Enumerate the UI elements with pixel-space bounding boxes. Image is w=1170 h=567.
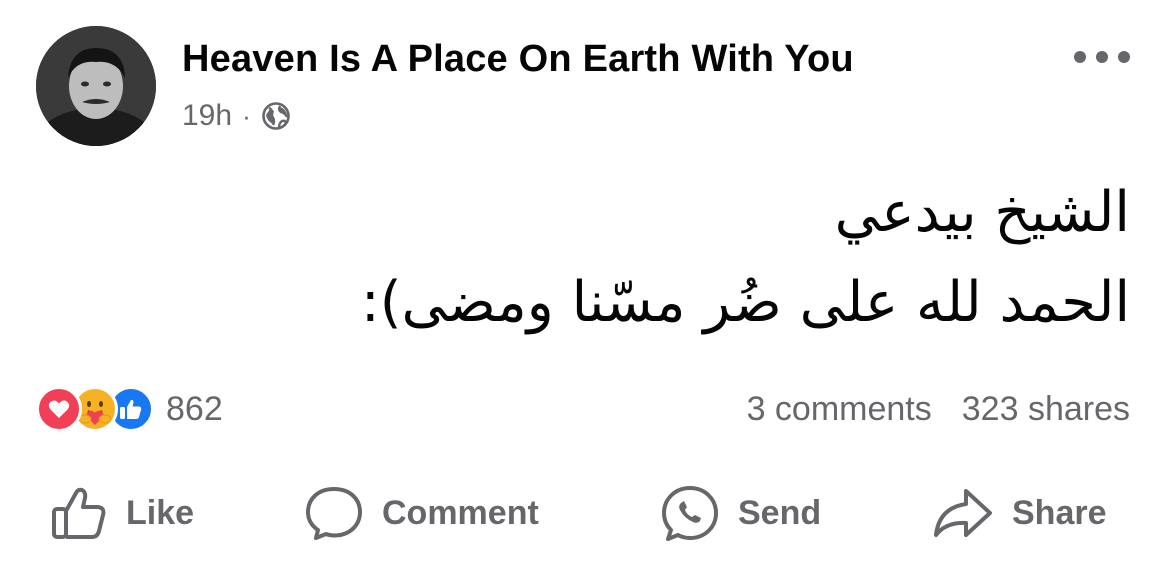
share-arrow-icon: [934, 489, 992, 537]
comment-label: Comment: [382, 493, 539, 532]
post-text: الشيخ بيدعي الحمد لله على ضُر مسّنا ومضى…: [40, 168, 1130, 348]
post-time[interactable]: 19h: [182, 99, 232, 133]
avatar-photo: [36, 26, 156, 146]
engagement-stats: 3 comments 323 shares: [747, 386, 1130, 432]
thumbs-up-icon: [52, 487, 106, 539]
reaction-count: 862: [166, 389, 223, 428]
send-button[interactable]: Send: [660, 478, 821, 548]
comment-icon: [306, 487, 362, 540]
reactions-summary[interactable]: 862: [36, 386, 223, 432]
comments-count[interactable]: 3 comments: [747, 390, 932, 429]
like-label: Like: [126, 493, 195, 532]
messenger-icon: [662, 486, 718, 541]
post-meta: 19h ·: [182, 96, 291, 136]
like-button[interactable]: Like: [50, 478, 194, 548]
meta-separator: ·: [242, 100, 251, 131]
share-button[interactable]: Share: [932, 478, 1107, 548]
shares-count[interactable]: 323 shares: [962, 390, 1130, 429]
post-text-line-2: الحمد لله على ضُر مسّنا ومضى):: [360, 270, 1130, 335]
love-reaction-icon: [36, 386, 82, 432]
globe-icon: [261, 101, 291, 131]
send-label: Send: [738, 493, 822, 532]
page-name[interactable]: Heaven Is A Place On Earth With You: [182, 38, 854, 81]
post-text-line-1: الشيخ بيدعي: [834, 180, 1130, 245]
share-label: Share: [1012, 493, 1107, 532]
comment-button[interactable]: Comment: [304, 478, 539, 548]
more-options-icon[interactable]: [1074, 42, 1130, 72]
avatar[interactable]: [36, 26, 156, 146]
action-bar: Like Comment Send Share: [0, 478, 1170, 548]
